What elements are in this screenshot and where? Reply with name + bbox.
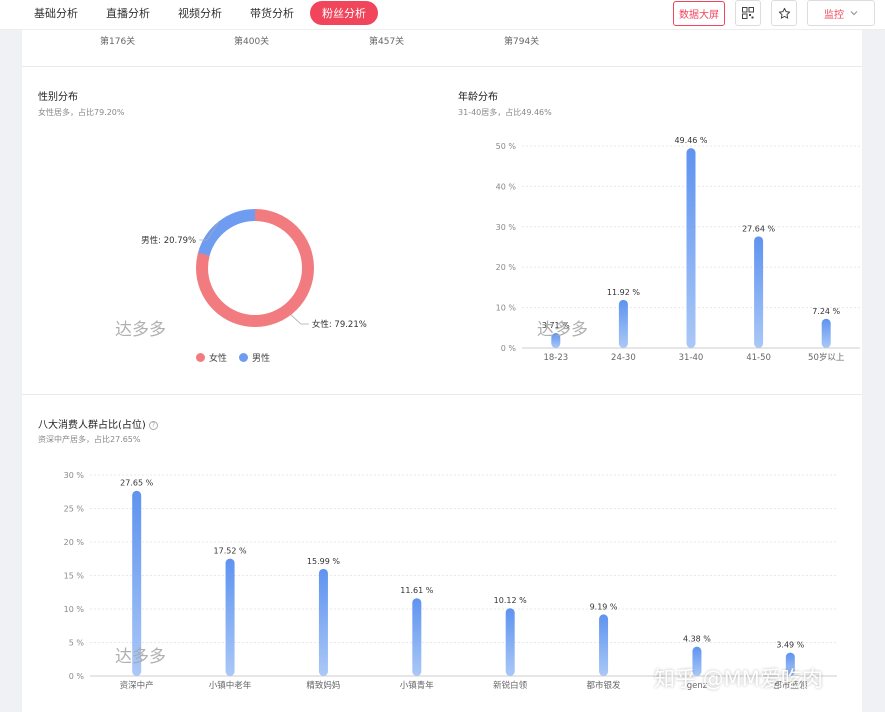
- consumer-subtitle: 资深中产居多，占比27.65%: [38, 435, 141, 444]
- x-tick-label: 资深中产: [120, 680, 154, 691]
- bar: [599, 614, 609, 676]
- legend-dot: [196, 353, 205, 362]
- x-tick-label: 50岁以上: [808, 352, 845, 363]
- age-subtitle: 31-40居多，占比49.46%: [458, 108, 552, 117]
- data-label: 9.19 %: [590, 602, 618, 611]
- x-tick-label: 41-50: [746, 353, 771, 363]
- x-tick-label: 小镇青年: [400, 680, 435, 691]
- bar: [412, 598, 422, 676]
- consumer-title: 八大消费人群占比(占位)?: [38, 416, 158, 431]
- rank-row: 第176关 第400关 第457关 第794关: [22, 34, 862, 47]
- rank-text: 第176关: [100, 37, 136, 47]
- data-label: 15.99 %: [307, 557, 340, 566]
- gender-subtitle: 女性居多，占比79.20%: [38, 108, 125, 117]
- bar: [618, 299, 628, 348]
- x-tick-label: 都市银发: [587, 680, 622, 691]
- help-icon[interactable]: ?: [148, 421, 158, 430]
- qrcode-button[interactable]: [735, 0, 761, 26]
- legend-dot: [239, 353, 249, 362]
- chart-watermark: 达多多: [115, 320, 166, 340]
- fan-analysis-panel: 第176关 第400关 第457关 第794关 性别分布 女性居多，占比79.2…: [22, 30, 862, 712]
- chart-watermark: 达多多: [537, 320, 588, 340]
- data-label: 49.46 %: [674, 136, 707, 145]
- legend-label: 女性: [209, 354, 228, 364]
- data-label: 11.92 %: [607, 288, 640, 297]
- chevron-down-icon: [850, 11, 858, 16]
- top-actions: 数据大屏 监控: [673, 0, 875, 26]
- y-tick-label: 20 %: [64, 538, 85, 547]
- qrcode-icon: [742, 7, 754, 19]
- x-tick-label: 小镇中老年: [209, 680, 252, 691]
- label-leader-line: [290, 314, 309, 325]
- rank-text: 第794关: [504, 37, 540, 47]
- y-tick-label: 30 %: [64, 471, 85, 480]
- legend-label: 男性: [252, 354, 271, 364]
- y-tick-label: 20 %: [496, 263, 517, 272]
- donut-slice-male: [195, 209, 314, 327]
- age-title: 年龄分布: [458, 92, 498, 103]
- rank-text: 第400关: [234, 37, 270, 47]
- y-tick-label: 10 %: [496, 304, 517, 313]
- bar: [225, 558, 235, 676]
- donut-label-male: 男性: 20.79%: [141, 235, 196, 246]
- bar: [821, 318, 831, 348]
- data-dashboard-button[interactable]: 数据大屏: [673, 0, 725, 26]
- y-tick-label: 40 %: [496, 182, 517, 191]
- x-tick-label: 新锐白领: [493, 680, 528, 691]
- top-nav-bar: 基础分析 直播分析 视频分析 带货分析 粉丝分析 数据大屏 监控: [0, 0, 885, 30]
- data-label: 7.24 %: [812, 307, 840, 316]
- tab-fan-analysis[interactable]: 粉丝分析: [310, 1, 378, 25]
- data-label: 3.49 %: [776, 641, 804, 650]
- bar: [754, 236, 764, 348]
- data-label: 10.12 %: [494, 596, 527, 605]
- x-tick-label: 24-30: [611, 353, 636, 363]
- y-tick-label: 10 %: [64, 605, 85, 614]
- tab-basic-analysis[interactable]: 基础分析: [22, 1, 90, 25]
- donut-label-female: 女性: 79.21%: [312, 319, 367, 330]
- legend-item-male[interactable]: 男性: [239, 351, 270, 364]
- gender-legend: 女性 男性: [196, 351, 270, 364]
- star-icon: [778, 7, 790, 19]
- bar: [318, 568, 328, 676]
- section-divider: [22, 66, 862, 67]
- tab-sales-analysis[interactable]: 带货分析: [238, 1, 306, 25]
- y-tick-label: 15 %: [64, 572, 85, 581]
- data-label: 27.64 %: [742, 224, 775, 233]
- x-tick-label: 18-23: [543, 353, 568, 363]
- footer-watermark: 知乎 @MM爱吃肉: [654, 667, 823, 691]
- monitor-label: 监控: [824, 9, 844, 21]
- tab-video-analysis[interactable]: 视频分析: [166, 1, 234, 25]
- data-label: 17.52 %: [214, 547, 247, 556]
- consumer-title-text: 八大消费人群占比(占位): [38, 420, 146, 431]
- favorite-button[interactable]: [771, 0, 797, 26]
- data-label: 27.65 %: [120, 479, 153, 488]
- legend-item-female[interactable]: 女性: [196, 351, 227, 364]
- chart-watermark: 达多多: [115, 647, 166, 667]
- age-bar-chart: 0 %10 %20 %30 %40 %50 %3.71 %18-2311.92 …: [496, 136, 860, 363]
- rank-text: 第457关: [369, 37, 405, 47]
- tab-live-analysis[interactable]: 直播分析: [94, 1, 162, 25]
- x-tick-label: 精致妈妈: [306, 680, 340, 691]
- bar: [505, 608, 515, 676]
- y-tick-label: 0 %: [69, 672, 85, 681]
- y-tick-label: 30 %: [496, 223, 517, 232]
- data-label: 11.61 %: [400, 586, 433, 595]
- section-divider: [22, 394, 862, 395]
- analysis-tabs: 基础分析 直播分析 视频分析 带货分析 粉丝分析: [22, 0, 378, 26]
- y-tick-label: 0 %: [501, 344, 517, 353]
- data-label: 4.38 %: [683, 635, 711, 644]
- bar: [686, 148, 696, 348]
- y-tick-label: 25 %: [64, 505, 85, 514]
- gender-title: 性别分布: [38, 92, 78, 103]
- y-tick-label: 50 %: [496, 142, 517, 151]
- y-tick-label: 5 %: [69, 639, 85, 648]
- x-tick-label: 31-40: [679, 353, 704, 363]
- monitor-button[interactable]: 监控: [807, 0, 875, 26]
